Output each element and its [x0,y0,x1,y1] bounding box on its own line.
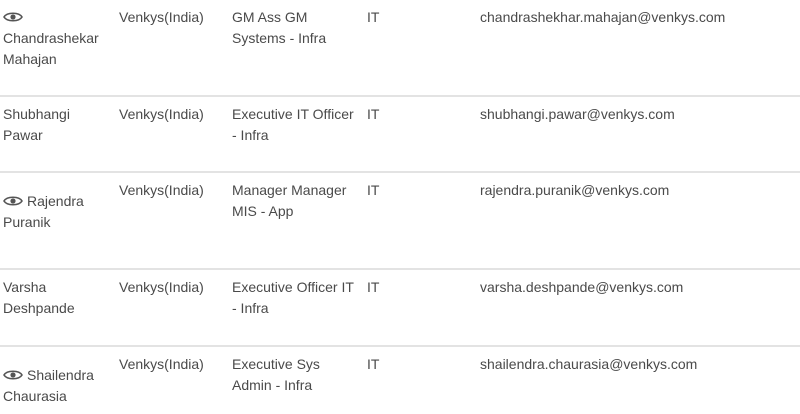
company-cell: Venkys(India) [119,279,204,295]
employee-name-cell: Chandrashekar Mahajan [3,4,108,70]
designation-cell: GM Ass GM Systems - Infra [232,9,327,46]
company-cell: Venkys(India) [119,106,204,122]
department-cell: IT [367,356,380,372]
employee-name-cell: Rajendra Puranik [3,191,108,233]
email-cell[interactable]: chandrashekhar.mahajan@venkys.com [480,7,798,28]
table-row: Varsha Deshpande Venkys(India) Executive… [0,270,800,347]
company-cell: Venkys(India) [119,9,204,25]
email-cell[interactable]: shailendra.chaurasia@venkys.com [480,354,798,375]
employee-table: Chandrashekar Mahajan Venkys(India) GM A… [0,0,800,414]
employee-name-cell: Shailendra Chaurasia [3,365,108,407]
designation-cell: Executive Officer IT - Infra [232,279,354,316]
email-cell[interactable]: shubhangi.pawar@venkys.com [480,104,798,125]
employee-name-cell: Varsha Deshpande [3,277,108,319]
eye-icon[interactable] [3,194,23,208]
designation-cell: Manager Manager MIS - App [232,182,347,219]
table-row: Shubhangi Pawar Venkys(India) Executive … [0,97,800,173]
company-cell: Venkys(India) [119,182,204,198]
eye-icon[interactable] [3,10,23,26]
employee-name[interactable]: Varsha Deshpande [3,279,75,316]
employee-name-cell: Shubhangi Pawar [3,104,108,146]
table-row: Rajendra Puranik Venkys(India) Manager M… [0,173,800,270]
employee-name[interactable]: Chandrashekar Mahajan [3,30,99,67]
designation-cell: Executive Sys Admin - Infra [232,356,320,393]
designation-cell: Executive IT Officer - Infra [232,106,354,143]
department-cell: IT [367,9,380,25]
eye-icon[interactable] [3,368,23,382]
table-row: Chandrashekar Mahajan Venkys(India) GM A… [0,0,800,97]
department-cell: IT [367,279,380,295]
email-cell[interactable]: rajendra.puranik@venkys.com [480,180,798,201]
department-cell: IT [367,182,380,198]
company-cell: Venkys(India) [119,356,204,372]
table-row: Shailendra Chaurasia Venkys(India) Execu… [0,347,800,414]
employee-name[interactable]: Shubhangi Pawar [3,106,70,143]
department-cell: IT [367,106,380,122]
email-cell[interactable]: varsha.deshpande@venkys.com [480,277,798,298]
